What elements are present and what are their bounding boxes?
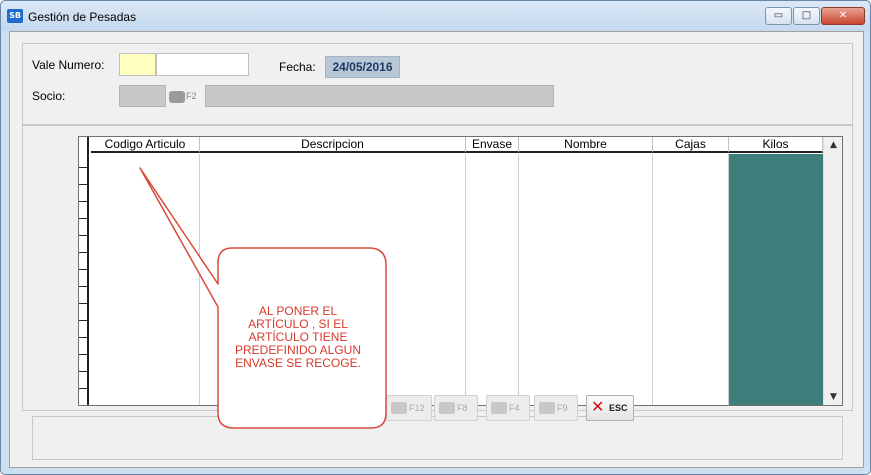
print-icon [243,402,259,414]
new-button[interactable]: F3 [340,395,384,421]
column-header-envase[interactable]: Envase [466,137,519,153]
delete-key: F8 [457,403,468,413]
app-icon: SB [7,9,23,23]
edit-icon [391,402,407,414]
socio-search-button: F2 [169,85,203,107]
print-key: F11 [261,403,277,413]
pesadas-grid[interactable]: Codigo Articulo Descripcion Envase Nombr… [78,136,843,406]
column-header-kilos[interactable]: Kilos [729,137,823,153]
scroll-up-icon[interactable]: ▲ [824,137,842,153]
vale-numero-input[interactable] [156,53,249,76]
edit-button[interactable]: F12 [386,395,432,421]
new-icon [345,402,361,414]
close-button[interactable]: ✕ [821,7,865,25]
search-button[interactable]: F7 [286,395,332,421]
delete-button[interactable]: F8 [434,395,478,421]
undo-key: F4 [509,403,520,413]
column-header-cajas[interactable]: Cajas [653,137,729,153]
column-envase[interactable] [466,154,519,405]
row-header [79,137,89,405]
vertical-scrollbar[interactable]: ▲ ▼ [823,137,842,405]
header-panel: Vale Numero: Fecha: 24/05/2016 Socio: F2 [22,43,853,125]
minimize-button[interactable]: ▭ [765,7,792,25]
binoculars-icon [169,90,185,103]
fecha-value[interactable]: 24/05/2016 [325,56,400,78]
exit-button[interactable]: ✕ ESC [586,395,634,421]
save-icon [539,402,555,414]
column-header-descripcion[interactable]: Descripcion [200,137,466,153]
edit-key: F12 [409,403,425,413]
window-title: Gestión de Pesadas [28,10,137,24]
undo-icon [491,402,507,414]
toolbar-panel [32,416,843,460]
socio-search-key: F2 [186,91,197,101]
column-header-nombre[interactable]: Nombre [519,137,653,153]
column-cajas[interactable] [653,154,729,405]
exit-icon: ✕ [591,397,605,416]
save-button[interactable]: F9 [534,395,578,421]
title-bar[interactable]: SB Gestión de Pesadas ▭ □ ✕ [1,1,870,31]
column-nombre[interactable] [519,154,653,405]
column-codigo-articulo[interactable] [91,154,200,405]
undo-button[interactable]: F4 [486,395,530,421]
exit-key: ESC [609,403,628,413]
grid-panel: Codigo Articulo Descripcion Envase Nombr… [22,125,853,411]
socio-label: Socio: [32,89,66,103]
save-key: F9 [557,403,568,413]
vale-serie-field[interactable] [119,53,156,76]
socio-name-field [205,85,554,107]
scroll-down-icon[interactable]: ▼ [824,389,842,405]
print-button[interactable]: F11 [238,395,284,421]
search-key: F7 [309,403,320,413]
vale-numero-label: Vale Numero: [32,58,105,72]
fecha-label: Fecha: [279,60,316,74]
column-kilos[interactable] [729,154,823,405]
socio-code-field [119,85,166,107]
new-key: F3 [363,403,374,413]
binoculars-icon [291,402,307,414]
maximize-button[interactable]: □ [793,7,820,25]
callout-line: ENVASE SE RECOGE. [235,356,361,370]
callout-text: AL PONER EL ARTÍCULO , SI EL ARTÍCULO TI… [222,305,374,370]
column-header-codigo-articulo[interactable]: Codigo Articulo [91,137,200,153]
delete-icon [439,402,455,414]
